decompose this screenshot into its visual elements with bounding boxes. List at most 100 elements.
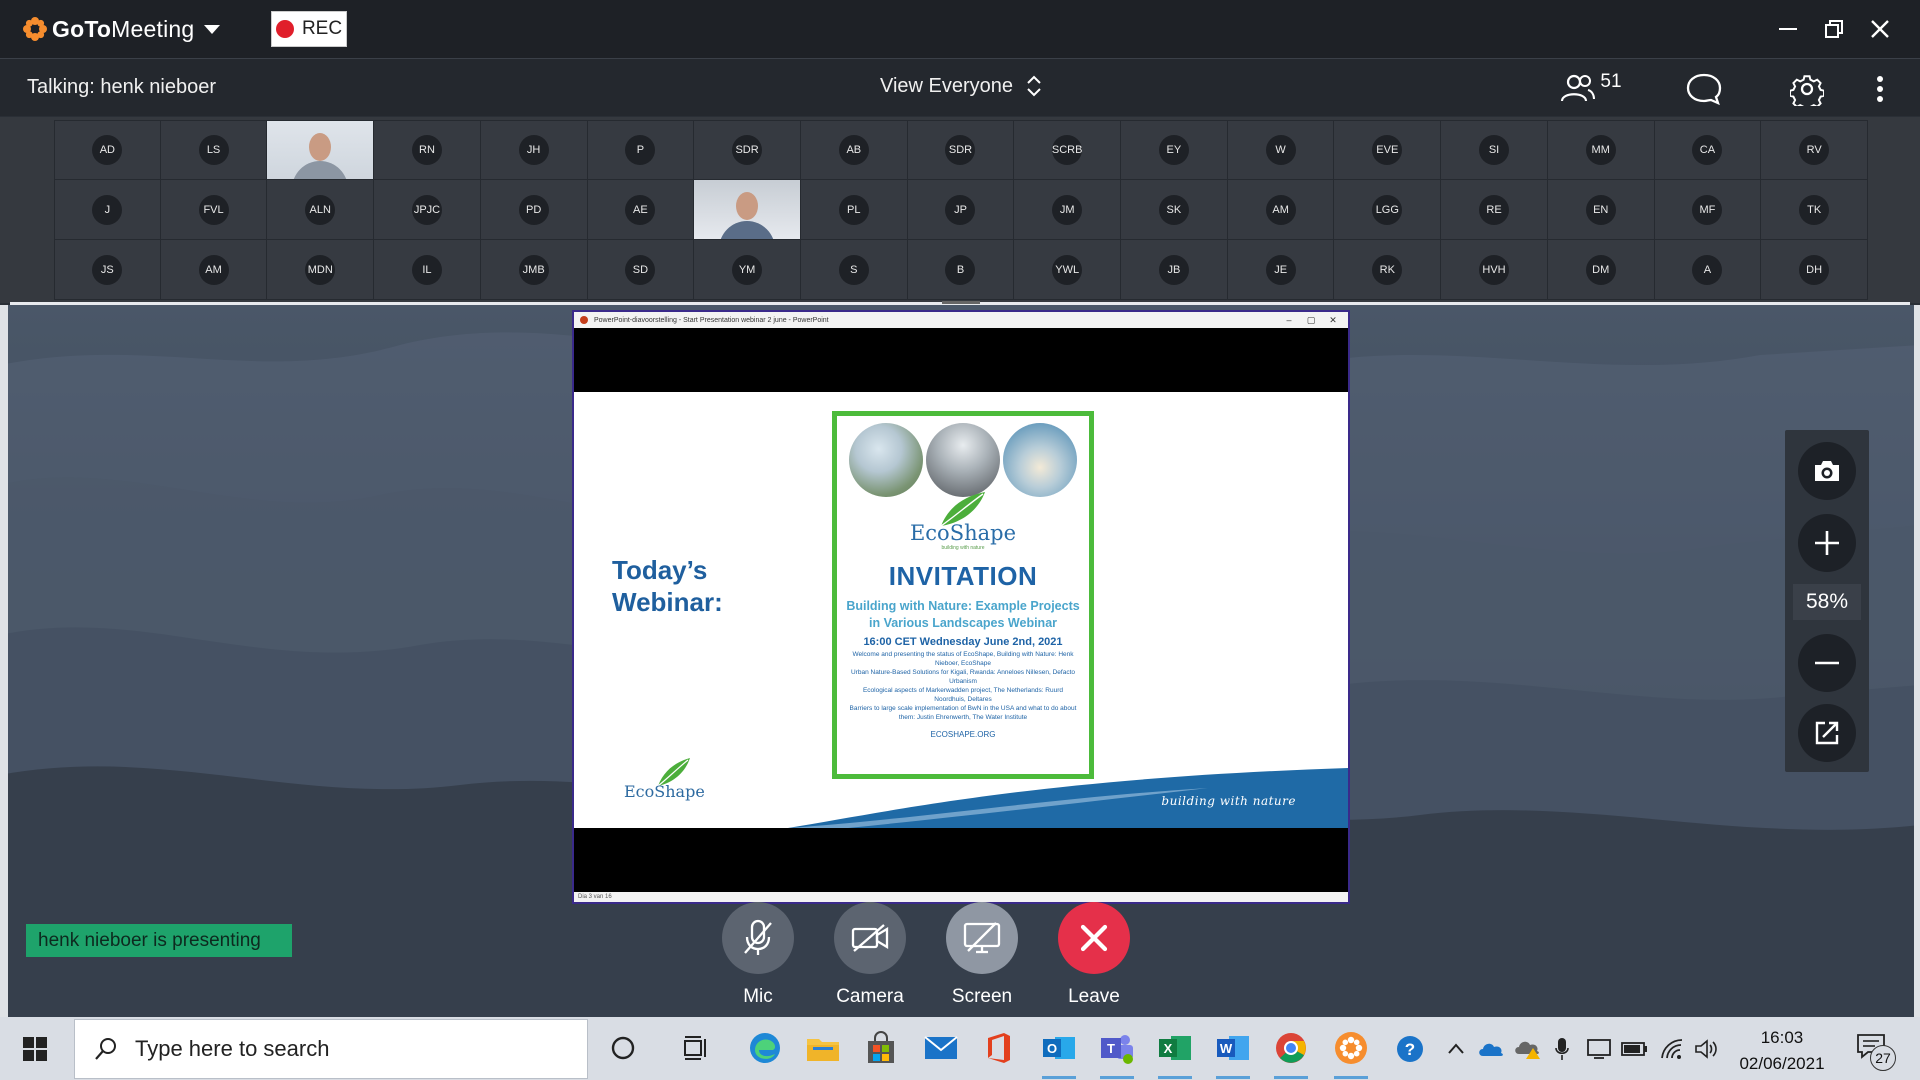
view-everyone-selector[interactable]: View Everyone — [880, 73, 1043, 99]
attendee-tile[interactable]: IL — [374, 240, 481, 300]
attendee-tile[interactable]: AM — [160, 240, 268, 300]
taskbar-mail[interactable] — [918, 1025, 964, 1071]
shared-screen[interactable]: PowerPoint-diavoorstelling - Start Prese… — [572, 310, 1350, 904]
attendee-tile[interactable]: EN — [1547, 180, 1655, 240]
poster-heading: INVITATION — [888, 561, 1038, 591]
notification-center-button[interactable]: 27 — [1856, 1033, 1896, 1071]
cortana-button[interactable] — [600, 1025, 646, 1071]
attendees-button[interactable]: 51 — [1556, 69, 1626, 107]
tray-overflow[interactable] — [1444, 1035, 1468, 1063]
attendee-tile[interactable]: JH — [480, 120, 588, 180]
attendee-tile[interactable]: P — [587, 120, 695, 180]
attendee-tile[interactable] — [694, 180, 801, 240]
attendee-tile[interactable]: RV — [1761, 120, 1868, 180]
attendee-tile[interactable]: RK — [1334, 240, 1442, 300]
attendee-tile[interactable]: MM — [1547, 120, 1655, 180]
taskbar-edge[interactable] — [742, 1025, 788, 1071]
mic-button[interactable]: Mic — [722, 902, 794, 1008]
tray-microphone[interactable] — [1550, 1035, 1574, 1063]
attendee-tile[interactable]: SI — [1441, 120, 1548, 180]
attendee-tile[interactable]: MDN — [267, 240, 375, 300]
attendee-tile[interactable]: SDR — [907, 120, 1015, 180]
settings-button[interactable] — [1788, 70, 1826, 108]
attendee-initials: JE — [1265, 254, 1296, 285]
attendee-tile[interactable]: YM — [694, 240, 801, 300]
taskbar-file-explorer[interactable] — [800, 1025, 846, 1071]
restore-button[interactable] — [1811, 0, 1857, 58]
attendee-tile[interactable]: J — [54, 180, 161, 240]
attendee-tile[interactable]: LGG — [1334, 180, 1442, 240]
attendee-tile[interactable]: SCRB — [1014, 120, 1122, 180]
taskbar-office[interactable] — [976, 1025, 1022, 1071]
attendee-tile[interactable]: CA — [1654, 120, 1762, 180]
tray-display[interactable] — [1584, 1035, 1614, 1063]
zoom-in-button[interactable] — [1798, 514, 1856, 572]
attendee-tile[interactable]: PD — [480, 180, 588, 240]
attendee-tile[interactable]: RN — [374, 120, 481, 180]
chat-button[interactable] — [1684, 71, 1724, 107]
tray-wifi[interactable] — [1658, 1035, 1688, 1063]
attendee-tile[interactable]: DM — [1547, 240, 1655, 300]
attendee-tile[interactable]: JE — [1227, 240, 1335, 300]
camera-button[interactable]: Camera — [834, 902, 906, 1008]
windows-logo-icon — [23, 1036, 47, 1061]
attendee-tile[interactable]: SD — [587, 240, 695, 300]
task-view-button[interactable] — [672, 1025, 718, 1071]
attendee-tile[interactable]: W — [1227, 120, 1335, 180]
attendee-tile[interactable]: JB — [1121, 240, 1228, 300]
taskbar-chrome[interactable] — [1268, 1025, 1314, 1079]
attendee-tile[interactable]: SK — [1121, 180, 1228, 240]
taskbar-word[interactable]: W — [1210, 1025, 1256, 1079]
attendee-tile[interactable]: AD — [54, 120, 161, 180]
attendee-tile[interactable]: HVH — [1441, 240, 1548, 300]
taskbar-gotomeeting[interactable] — [1328, 1025, 1374, 1079]
attendee-tile[interactable]: EY — [1121, 120, 1228, 180]
taskbar-search-box[interactable]: Type here to search — [74, 1019, 588, 1079]
resize-handle[interactable] — [942, 301, 980, 304]
attendee-tile[interactable]: SDR — [694, 120, 801, 180]
attendee-tile[interactable]: TK — [1761, 180, 1868, 240]
more-options-button[interactable] — [1866, 71, 1894, 107]
attendee-tile[interactable] — [267, 120, 375, 180]
tray-cloud-warning[interactable] — [1512, 1035, 1542, 1063]
attendee-tile[interactable]: EVE — [1334, 120, 1442, 180]
attendee-tile[interactable]: JM — [1014, 180, 1122, 240]
taskbar-teams[interactable]: T — [1094, 1025, 1140, 1079]
attendee-tile[interactable]: YWL — [1014, 240, 1122, 300]
attendee-tile[interactable]: AB — [800, 120, 908, 180]
attendee-tile[interactable]: AM — [1227, 180, 1335, 240]
attendee-tile[interactable]: PL — [800, 180, 908, 240]
taskbar-excel[interactable]: X — [1152, 1025, 1198, 1079]
attendee-tile[interactable]: AE — [587, 180, 695, 240]
taskbar-store[interactable] — [858, 1025, 904, 1071]
attendee-tile[interactable]: LS — [160, 120, 268, 180]
attendee-tile[interactable]: FVL — [160, 180, 268, 240]
attendee-tile[interactable]: ALN — [267, 180, 375, 240]
attendee-tile[interactable]: A — [1654, 240, 1762, 300]
tray-volume[interactable] — [1692, 1035, 1722, 1063]
tray-onedrive[interactable] — [1476, 1035, 1506, 1063]
app-menu[interactable]: GoToMeeting — [22, 0, 221, 58]
minimize-button[interactable] — [1765, 0, 1811, 58]
attendee-tile[interactable]: B — [907, 240, 1015, 300]
attendee-tile[interactable]: DH — [1761, 240, 1868, 300]
tray-battery[interactable] — [1620, 1035, 1650, 1063]
pop-out-button[interactable] — [1798, 704, 1856, 762]
snapshot-button[interactable] — [1798, 442, 1856, 500]
taskbar-outlook[interactable]: O — [1036, 1025, 1082, 1079]
recording-indicator[interactable]: REC — [271, 11, 347, 47]
leave-button[interactable]: Leave — [1058, 902, 1130, 1008]
attendee-tile[interactable]: S — [800, 240, 908, 300]
attendee-tile[interactable]: RE — [1441, 180, 1548, 240]
start-button[interactable] — [0, 1017, 70, 1080]
zoom-out-button[interactable] — [1798, 634, 1856, 692]
screen-share-button[interactable]: Screen — [946, 902, 1018, 1008]
close-window-button[interactable] — [1857, 0, 1903, 58]
taskbar-clock[interactable]: 16:03 02/06/2021 — [1724, 1025, 1840, 1077]
attendee-tile[interactable]: JP — [907, 180, 1015, 240]
attendee-tile[interactable]: JMB — [480, 240, 588, 300]
attendee-tile[interactable]: JS — [54, 240, 161, 300]
attendee-tile[interactable]: JPJC — [374, 180, 481, 240]
tray-help[interactable]: ? — [1394, 1035, 1426, 1063]
attendee-tile[interactable]: MF — [1654, 180, 1762, 240]
